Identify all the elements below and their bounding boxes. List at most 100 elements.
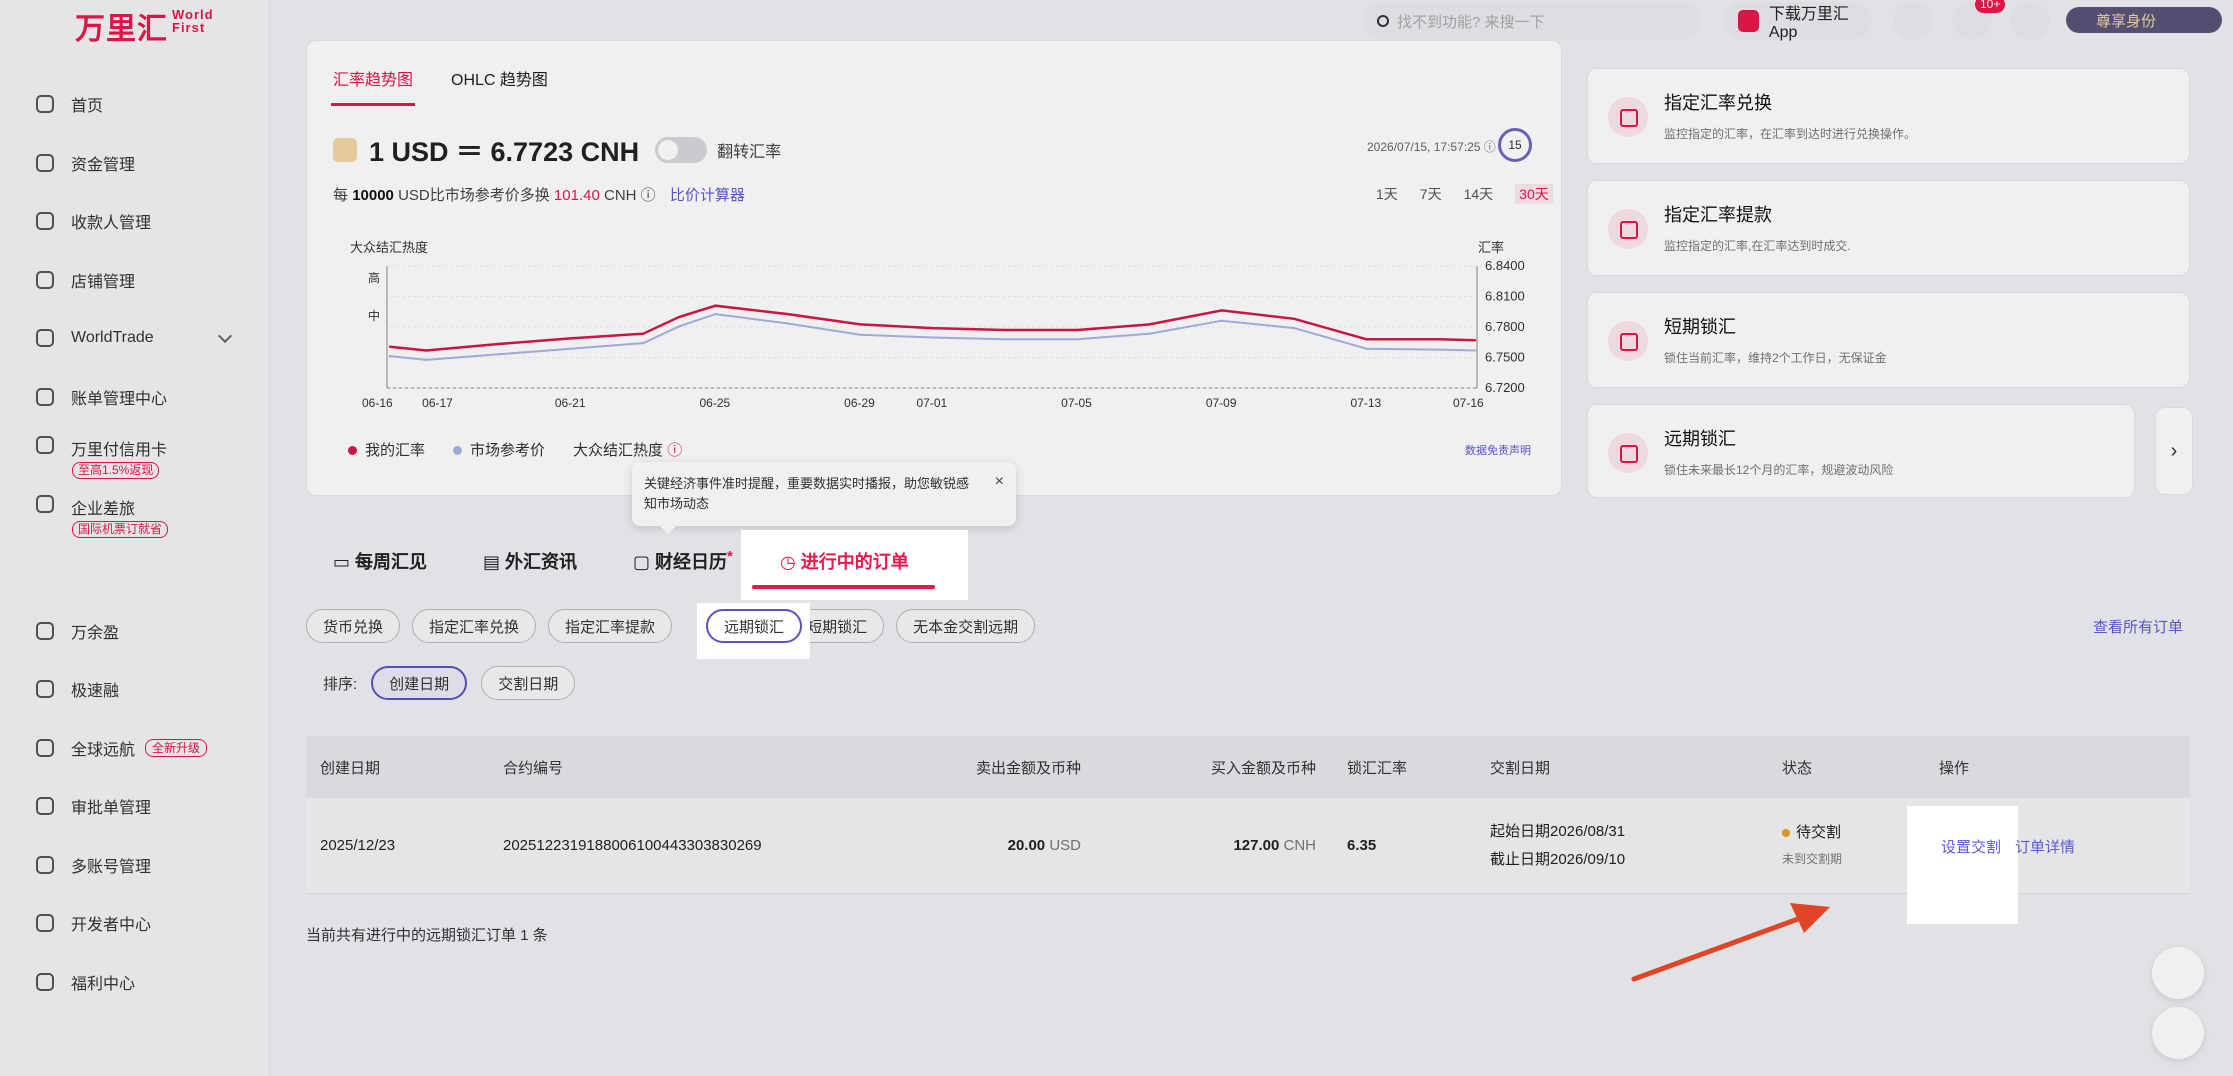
sidebar-item-home[interactable]: 首页 [0,75,270,134]
gift-icon [36,972,54,991]
search-input[interactable]: 找不到功能? 来搜一下 [1363,2,1701,40]
feature-card-short-lock[interactable]: 短期锁汇 锁住当前汇率，维持2个工作日，无保证金 [1587,292,2190,388]
feature-card-rate-exchange[interactable]: 指定汇率兑换 监控指定的汇率，在汇率到达时进行兑换操作。 [1587,68,2190,164]
legend-market[interactable]: 市场参考价 [453,439,545,460]
view-all-orders-link[interactable]: 查看所有订单 [2093,616,2183,637]
legend-heat[interactable]: 大众结汇热度 ⓘ [573,439,682,460]
sidebar-item-worldtrade[interactable]: WorldTrade [0,309,270,368]
series-point [1075,338,1079,341]
table-header: 创建日期 合约编号 卖出金额及币种 买入金额及币种 锁汇汇率 交割日期 状态 操… [306,736,2190,798]
feature-card-forward-lock[interactable]: 远期锁汇 锁住未来最长12个月的汇率，规避波动风险 [1587,404,2135,498]
order-details-link[interactable]: 订单详情 [2015,836,2075,857]
flip-toggle[interactable] [655,136,708,163]
series-point [714,312,717,316]
promo-tag: 至高1.5%返现 [72,462,160,479]
tab-ohlc[interactable]: OHLC 趋势图 [451,66,548,90]
user-icon [36,212,54,231]
bill-icon [36,387,54,406]
sort-created[interactable]: 创建日期 [371,666,468,700]
chip-rate-withdraw[interactable]: 指定汇率提款 [548,609,673,643]
sort-delivery[interactable]: 交割日期 [481,666,576,700]
tab-weekly[interactable]: ▭ 每周汇见 [333,548,427,574]
set-delivery-link[interactable]: 设置交割 [1941,836,2001,857]
series-point [497,353,500,356]
series-point [714,304,717,307]
phone-button[interactable] [2152,1007,2204,1059]
sidebar-item-global[interactable]: 全球远航 全新升级 [0,719,270,778]
y-axis-right-label: 汇率 [1478,240,1504,255]
sidebar-item-benefits[interactable]: 福利中心 [0,953,270,1012]
sidebar-item-credit-card[interactable]: 万里付信用卡 至高1.5%返现 [0,426,270,485]
active-tab-indicator [752,585,935,589]
sidebar-item-payees[interactable]: 收款人管理 [0,192,270,251]
sidebar-item-accounts[interactable]: 多账号管理 [0,836,270,895]
chip-forward-lock[interactable]: 远期锁汇 [706,609,803,643]
funds-icon [36,153,54,172]
tab-news[interactable]: ▤ 外汇资讯 [483,548,577,574]
legend-my-rate[interactable]: 我的汇率 [348,439,425,460]
range-7d[interactable]: 7天 [1420,184,1442,204]
app-switch-button[interactable] [1893,2,1933,40]
y-axis-left-label: 大众结汇热度 [350,240,428,255]
rate-chart: 大众结汇热度 汇率高中 6.8400 6.8100 6.7800 6.7500 6.7200… [350,240,1525,410]
series-point [388,354,392,358]
series-point [1003,338,1007,341]
sidebar-nav: 首页 资金管理 收款人管理 店铺管理 WorldTrade 账单管理中心 万里付… [0,75,270,1011]
series-point [1003,328,1007,332]
status-badge: 待交割 未到交割期 [1782,823,1843,866]
lock-icon [1608,433,1648,473]
tab-active-orders[interactable]: ◷ 进行中的订单 [780,548,909,574]
sidebar-item-approvals[interactable]: 审批单管理 [0,777,270,836]
series-point [1437,338,1441,341]
series-point [678,325,681,328]
x-tick-label: 07-05 [1061,396,1092,410]
sidebar-item-wanyuying[interactable]: 万余盈 [0,602,270,661]
range-14d[interactable]: 14天 [1464,184,1494,204]
range-1d[interactable]: 1天 [1376,184,1398,204]
range-30d[interactable]: 30天 [1515,184,1553,204]
lightbulb-button[interactable] [2152,947,2204,999]
x-tick-label: 06-16 [362,396,393,410]
series-point [858,333,862,336]
sidebar-item-stores[interactable]: 店铺管理 [0,251,270,310]
profile-button[interactable] [2010,2,2050,40]
chip-rate-exchange[interactable]: 指定汇率兑换 [412,609,537,643]
home-icon [36,95,54,114]
created-date: 2025/12/23 [320,837,396,854]
delivery-dates: 起始日期2026/08/31 截止日期2026/09/10 [1490,822,1626,868]
series-point [497,342,500,346]
next-arrow-button[interactable]: › [2155,407,2193,495]
shield-icon [36,329,54,348]
briefcase-icon [36,494,54,513]
sidebar-item-developer[interactable]: 开发者中心 [0,894,270,953]
sidebar-item-funds[interactable]: 资金管理 [0,134,270,193]
vip-badge[interactable]: 尊享身份 [2066,7,2222,33]
sidebar-item-bills[interactable]: 账单管理中心 [0,368,270,427]
sidebar-item-jisurong[interactable]: 极速融 [0,660,270,719]
search-icon [1377,15,1389,27]
chip-ndf[interactable]: 无本金交割远期 [896,609,1036,643]
close-icon[interactable]: × [995,472,1004,492]
brand-logo[interactable]: 万里汇 World First [75,4,214,48]
left-tick-label: 中 [368,308,380,323]
disclaimer-link[interactable]: 数据免责声明 [1465,442,1531,458]
rate-title: 1 USD ＝ 6.7723 CNH 翻转汇率 [333,130,781,169]
series-point [1365,338,1368,341]
notification-badge: 10+ [1975,0,2006,13]
sort-row: 排序: 创建日期 交割日期 [323,666,576,700]
calculator-link[interactable]: 比价计算器 [670,187,745,204]
series-point [858,323,862,326]
sort-label: 排序: [323,675,358,693]
chip-currency-exchange[interactable]: 货币兑换 [306,609,401,643]
tab-rate-trend[interactable]: 汇率趋势图 [330,66,416,106]
y-tick-label: 6.7200 [1485,380,1525,395]
refresh-countdown: 15 [1498,128,1532,162]
series-point [641,332,645,335]
sidebar-item-travel[interactable]: 企业差旅 国际机票订就省 [0,485,270,544]
brand-name: 万里汇 [75,13,168,46]
exchange-icon [1608,97,1648,137]
tab-calendar[interactable]: ▢ 财经日历* [633,548,733,574]
download-app-button[interactable]: 下载万里汇App [1724,2,1872,41]
feature-card-rate-withdraw[interactable]: 指定汇率提款 监控指定的汇率,在汇率达到时成交. [1587,180,2190,276]
x-tick-label: 07-16 [1453,396,1484,410]
